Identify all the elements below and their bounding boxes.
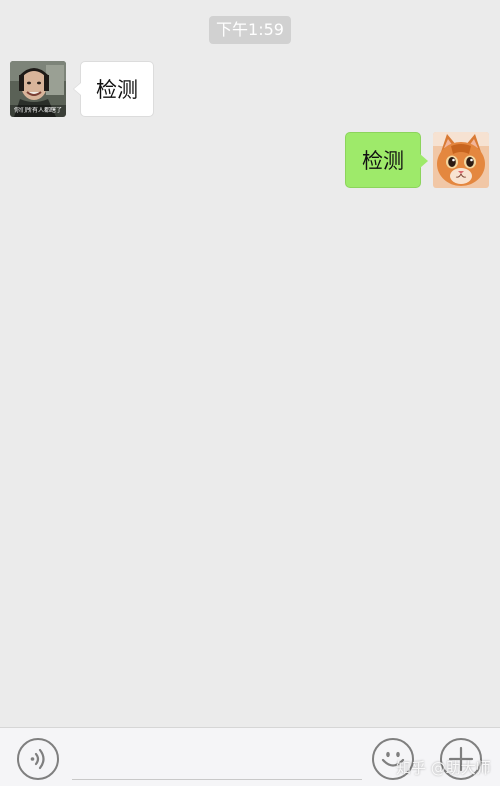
contact-avatar-caption: 你们所有人都瞎了 bbox=[13, 107, 62, 114]
incoming-message-text: 检测 bbox=[96, 78, 138, 102]
my-avatar[interactable] bbox=[433, 132, 489, 188]
message-text-input[interactable] bbox=[72, 738, 362, 780]
contact-avatar[interactable]: 你们所有人都瞎了 bbox=[10, 61, 66, 117]
outgoing-message-bubble[interactable]: 检测 bbox=[345, 132, 428, 188]
watermark: 知乎 @助大师 bbox=[396, 759, 491, 777]
voice-icon bbox=[30, 748, 45, 770]
cat-avatar-image bbox=[433, 132, 489, 188]
voice-toggle-button[interactable] bbox=[17, 738, 59, 780]
incoming-message-bubble[interactable]: 检测 bbox=[73, 61, 154, 117]
outgoing-message-text: 检测 bbox=[362, 149, 404, 173]
message-timestamp: 下午1:59 bbox=[209, 16, 291, 44]
chat-screen: 下午1:59 你们所有人都瞎了 检测 检测 知乎 @助大师 bbox=[0, 0, 500, 786]
